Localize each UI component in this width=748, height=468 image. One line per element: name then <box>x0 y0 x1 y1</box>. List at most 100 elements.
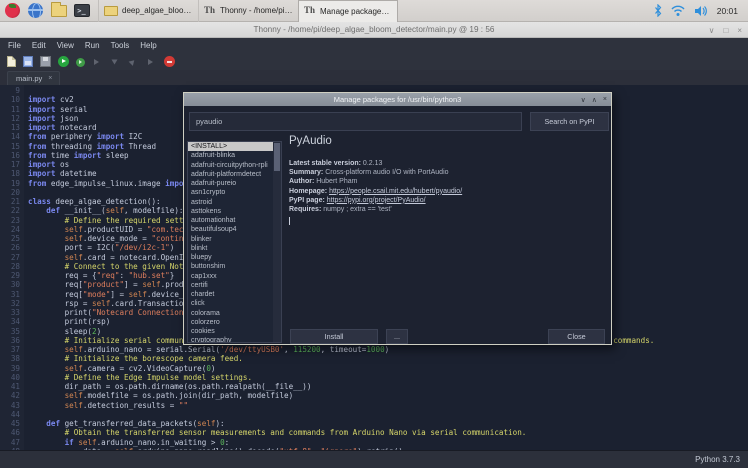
package-list-scrollbar[interactable] <box>273 142 281 342</box>
menu-view[interactable]: View <box>52 39 79 52</box>
package-list-item[interactable]: adafruit-pureio <box>188 179 273 188</box>
code-line[interactable]: # Define the Edge Impulse model settings… <box>28 373 748 382</box>
detail-link[interactable]: https://pypi.org/project/PyAudio/ <box>327 197 426 204</box>
package-list-item[interactable]: colorzero <box>188 318 273 327</box>
package-list-item[interactable]: adafruit-platformdetect <box>188 170 273 179</box>
clock: 20:01 <box>717 6 738 16</box>
line-number: 32 <box>0 299 20 308</box>
detail-field: Requires: numpy ; extra == 'test' <box>289 205 605 214</box>
taskbar-window-button[interactable]: deep_algae_bloom_d... <box>98 0 198 22</box>
package-list-item[interactable]: certifi <box>188 281 273 290</box>
line-number: 41 <box>0 382 20 391</box>
file-manager-icon[interactable] <box>50 2 67 19</box>
open-file-icon[interactable] <box>23 56 33 67</box>
code-line[interactable]: self.detection_results = "" <box>28 401 748 410</box>
package-list-item[interactable]: cryptography <box>188 336 273 343</box>
taskbar-window-button[interactable]: Thonny - /home/pi/... <box>198 0 298 22</box>
detail-field: Author: Hubert Pham <box>289 177 605 186</box>
line-number: 36 <box>0 336 20 345</box>
dialog-minimize-button[interactable]: ∨ <box>581 96 586 104</box>
maximize-button[interactable]: □ <box>723 26 728 35</box>
tab-label: main.py <box>16 74 42 83</box>
line-number: 29 <box>0 271 20 280</box>
web-browser-icon[interactable] <box>27 2 44 19</box>
package-list-item[interactable]: automationhat <box>188 216 273 225</box>
menu-file[interactable]: File <box>3 39 26 52</box>
raspberry-menu-icon[interactable] <box>4 2 21 19</box>
minimize-button[interactable]: ∨ <box>709 26 715 35</box>
bluetooth-icon[interactable] <box>654 4 662 17</box>
code-line[interactable] <box>28 410 748 419</box>
tab-close-icon[interactable]: × <box>48 75 52 82</box>
code-line[interactable]: self.arduino_nano = serial.Serial('/dev/… <box>28 345 748 354</box>
line-number: 40 <box>0 373 20 382</box>
package-list-item[interactable]: <INSTALL> <box>188 142 273 151</box>
package-list-item[interactable]: blinkt <box>188 244 273 253</box>
detail-link[interactable]: https://people.csail.mit.edu/hubert/pyau… <box>329 188 462 195</box>
python-version: Python 3.7.3 <box>695 455 740 464</box>
line-number: 11 <box>0 105 20 114</box>
code-line[interactable]: # Initialize the borescope camera feed. <box>28 354 748 363</box>
package-list-item[interactable]: asttokens <box>188 207 273 216</box>
package-list-item[interactable]: blinker <box>188 235 273 244</box>
save-file-icon[interactable] <box>40 56 51 67</box>
line-number: 13 <box>0 123 20 132</box>
code-line[interactable]: def get_transferred_data_packets(self): <box>28 419 748 428</box>
status-bar: Python 3.7.3 <box>0 450 748 468</box>
editor-gutter: 9101112131415161718192021222324252627282… <box>0 85 24 450</box>
code-line[interactable]: self.camera = cv2.VideoCapture(0) <box>28 364 748 373</box>
menu-edit[interactable]: Edit <box>27 39 51 52</box>
code-line[interactable]: if self.arduino_nano.in_waiting > 0: <box>28 438 748 447</box>
wifi-icon[interactable] <box>671 5 685 17</box>
package-list[interactable]: <INSTALL>adafruit-blinkaadafruit-circuit… <box>187 141 282 343</box>
dialog-maximize-button[interactable]: ∧ <box>592 96 597 104</box>
package-list-item[interactable]: buttonshim <box>188 262 273 271</box>
package-list-item[interactable]: astroid <box>188 198 273 207</box>
package-list-item[interactable]: asn1crypto <box>188 188 273 197</box>
line-number: 43 <box>0 401 20 410</box>
package-list-item[interactable]: click <box>188 299 273 308</box>
code-line[interactable]: self.modelfile = os.path.join(dir_path, … <box>28 391 748 400</box>
step-out-icon <box>128 56 139 67</box>
search-on-pypi-button[interactable]: Search on PyPI <box>530 112 609 131</box>
package-list-item[interactable]: chardet <box>188 290 273 299</box>
terminal-icon[interactable]: >_ <box>73 2 90 19</box>
line-number: 21 <box>0 197 20 206</box>
code-line[interactable]: # Obtain the transferred sensor measurem… <box>28 428 748 437</box>
dialog-close-icon[interactable]: × <box>603 96 607 103</box>
new-file-icon[interactable] <box>7 56 16 67</box>
dialog-titlebar[interactable]: Manage packages for /usr/bin/python3 ∨ ∧… <box>184 93 611 106</box>
run-script-icon[interactable] <box>58 56 69 67</box>
install-button[interactable]: Install <box>290 329 378 344</box>
close-dialog-button[interactable]: Close <box>548 329 605 344</box>
code-line[interactable]: dir_path = os.path.dirname(os.path.realp… <box>28 382 748 391</box>
more-options-button[interactable]: ... <box>386 329 408 344</box>
menu-tools[interactable]: Tools <box>106 39 135 52</box>
package-list-item[interactable]: adafruit-blinka <box>188 151 273 160</box>
package-list-item[interactable]: cookies <box>188 327 273 336</box>
line-number: 46 <box>0 428 20 437</box>
scrollbar-thumb[interactable] <box>274 143 280 171</box>
volume-icon[interactable] <box>694 5 708 17</box>
line-number: 18 <box>0 169 20 178</box>
menu-run[interactable]: Run <box>80 39 105 52</box>
package-list-item[interactable]: beautifulsoup4 <box>188 225 273 234</box>
step-over-icon <box>92 56 103 67</box>
debug-script-icon[interactable] <box>76 58 85 67</box>
line-number: 34 <box>0 317 20 326</box>
menu-help[interactable]: Help <box>135 39 161 52</box>
line-number: 42 <box>0 391 20 400</box>
tab-main-py[interactable]: main.py × <box>7 71 60 85</box>
package-search-input[interactable]: pyaudio <box>189 112 522 131</box>
package-list-item[interactable]: colorama <box>188 309 273 318</box>
package-list-item[interactable]: adafruit-circuitpython-rpli <box>188 161 273 170</box>
stop-icon[interactable] <box>164 56 175 67</box>
close-button[interactable]: × <box>737 26 742 35</box>
line-number: 35 <box>0 327 20 336</box>
taskbar-window-button[interactable]: Manage packages for... <box>298 0 398 22</box>
launcher-icons: >_ <box>0 2 94 19</box>
line-number: 44 <box>0 410 20 419</box>
window-titlebar[interactable]: Thonny - /home/pi/deep_algae_bloom_detec… <box>0 22 748 38</box>
package-list-item[interactable]: cap1xxx <box>188 272 273 281</box>
package-list-item[interactable]: bluepy <box>188 253 273 262</box>
